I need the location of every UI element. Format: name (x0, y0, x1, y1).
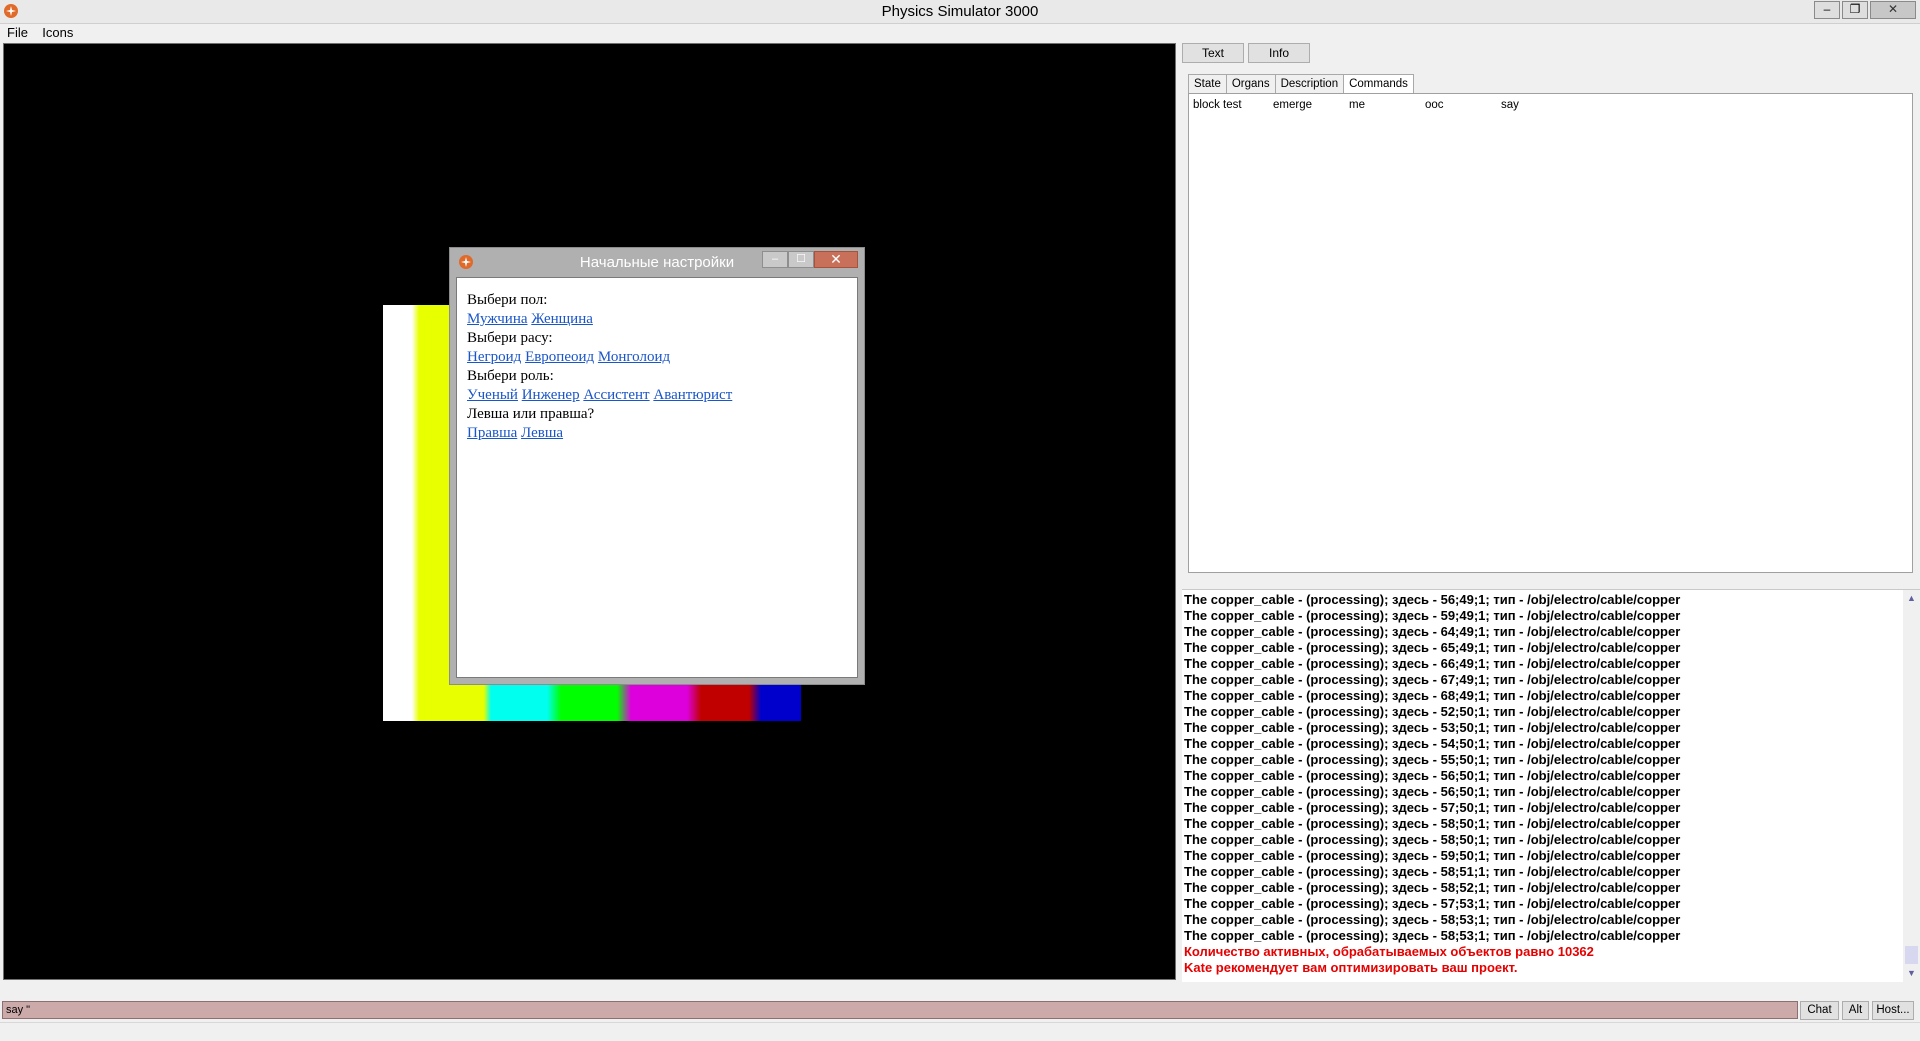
host-button[interactable]: Host... (1872, 1001, 1914, 1020)
race-prompt: Выбери расу: (467, 330, 553, 346)
info-button[interactable]: Info (1248, 43, 1310, 63)
status-bar (0, 1022, 1920, 1041)
log-line: The copper_cable - (processing); здесь -… (1184, 640, 1681, 655)
log-line: The copper_cable - (processing); здесь -… (1184, 784, 1681, 799)
close-button[interactable]: ✕ (1870, 1, 1916, 19)
log-scrollbar[interactable]: ▲ ▼ (1903, 590, 1920, 982)
log-line: The copper_cable - (processing); здесь -… (1184, 672, 1681, 687)
hand-option-right[interactable]: Правша (467, 425, 517, 441)
command-say[interactable]: say (1501, 99, 1519, 111)
race-option-europeoid[interactable]: Европеоид (525, 349, 594, 365)
log-line: The copper_cable - (processing); здесь -… (1184, 592, 1681, 607)
log-warning: Количество активных, обрабатываемых объе… (1184, 944, 1594, 959)
dialog-body: Выбери пол: Мужчина Женщина Выбери расу:… (456, 277, 858, 678)
tab-strip: State Organs Description Commands (1188, 74, 1414, 94)
command-emerge[interactable]: emerge (1273, 99, 1312, 111)
menu-file[interactable]: File (7, 24, 28, 42)
role-option-adventurer[interactable]: Авантюрист (653, 387, 732, 403)
log-line: The copper_cable - (processing); здесь -… (1184, 736, 1681, 751)
hand-option-left[interactable]: Левша (521, 425, 563, 441)
role-option-scientist[interactable]: Ученый (467, 387, 518, 403)
role-option-engineer[interactable]: Инженер (522, 387, 580, 403)
tab-description[interactable]: Description (1274, 74, 1345, 93)
log-line: The copper_cable - (processing); здесь -… (1184, 704, 1681, 719)
log-line: The copper_cable - (processing); здесь -… (1184, 720, 1681, 735)
menu-bar: File Icons (0, 24, 1920, 42)
log-line: The copper_cable - (processing); здесь -… (1184, 928, 1681, 943)
log-line: The copper_cable - (processing); здесь -… (1184, 848, 1681, 863)
log-lines: The copper_cable - (processing); здесь -… (1184, 592, 1894, 976)
role-prompt: Выбери роль: (467, 368, 554, 384)
log-line: The copper_cable - (processing); здесь -… (1184, 624, 1681, 639)
log-line: The copper_cable - (processing); здесь -… (1184, 912, 1681, 927)
command-ooc[interactable]: ooc (1425, 99, 1444, 111)
command-me[interactable]: me (1349, 99, 1365, 111)
gender-prompt: Выбери пол: (467, 292, 548, 308)
tab-commands[interactable]: Commands (1343, 74, 1414, 94)
log-line: The copper_cable - (processing); здесь -… (1184, 656, 1681, 671)
dialog-title-bar[interactable]: Начальные настройки – ☐ ✕ (450, 248, 864, 275)
log-line: The copper_cable - (processing); здесь -… (1184, 816, 1681, 831)
role-option-assistant[interactable]: Ассистент (583, 387, 649, 403)
initial-settings-dialog: Начальные настройки – ☐ ✕ Выбери пол: Му… (449, 247, 865, 685)
log-line: The copper_cable - (processing); здесь -… (1184, 768, 1681, 783)
log-line: The copper_cable - (processing); здесь -… (1184, 608, 1681, 623)
scroll-down-icon[interactable]: ▼ (1903, 965, 1920, 982)
hand-prompt: Левша или правша? (467, 406, 595, 422)
gender-option-female[interactable]: Женщина (531, 311, 593, 327)
commands-list: block test emerge me ooc say (1188, 93, 1913, 573)
scroll-thumb[interactable] (1905, 946, 1918, 964)
menu-icons[interactable]: Icons (42, 24, 73, 42)
log-line: The copper_cable - (processing); здесь -… (1184, 896, 1681, 911)
race-option-negroid[interactable]: Негроид (467, 349, 521, 365)
command-block-test[interactable]: block test (1193, 99, 1242, 111)
chat-button[interactable]: Chat (1800, 1001, 1839, 1020)
log-line: The copper_cable - (processing); здесь -… (1184, 832, 1681, 847)
color-bar-white (383, 305, 419, 721)
output-log: The copper_cable - (processing); здесь -… (1182, 589, 1920, 982)
race-option-mongoloid[interactable]: Монголоид (598, 349, 670, 365)
scroll-up-icon[interactable]: ▲ (1903, 590, 1920, 607)
tab-organs[interactable]: Organs (1225, 74, 1276, 93)
dialog-close-button[interactable]: ✕ (814, 251, 858, 268)
title-bar: Physics Simulator 3000 – ❐ ✕ (0, 0, 1920, 24)
log-line: The copper_cable - (processing); здесь -… (1184, 880, 1681, 895)
command-input[interactable]: say " (2, 1001, 1798, 1019)
alt-button[interactable]: Alt (1842, 1001, 1869, 1020)
log-line: The copper_cable - (processing); здесь -… (1184, 800, 1681, 815)
tab-state[interactable]: State (1188, 74, 1227, 93)
log-warning: Kate рекомендует вам оптимизировать ваш … (1184, 960, 1518, 975)
log-line: The copper_cable - (processing); здесь -… (1184, 864, 1681, 879)
gender-option-male[interactable]: Мужчина (467, 311, 528, 327)
window-title: Physics Simulator 3000 (881, 3, 1039, 20)
dialog-minimize-button[interactable]: – (762, 251, 788, 268)
minimize-button[interactable]: – (1814, 1, 1840, 19)
text-button[interactable]: Text (1182, 43, 1244, 63)
restore-button[interactable]: ❐ (1842, 1, 1868, 19)
log-line: The copper_cable - (processing); здесь -… (1184, 752, 1681, 767)
log-line: The copper_cable - (processing); здесь -… (1184, 688, 1681, 703)
input-bar: say " Chat Alt Host... (0, 1001, 1920, 1021)
dialog-maximize-button[interactable]: ☐ (788, 251, 814, 268)
